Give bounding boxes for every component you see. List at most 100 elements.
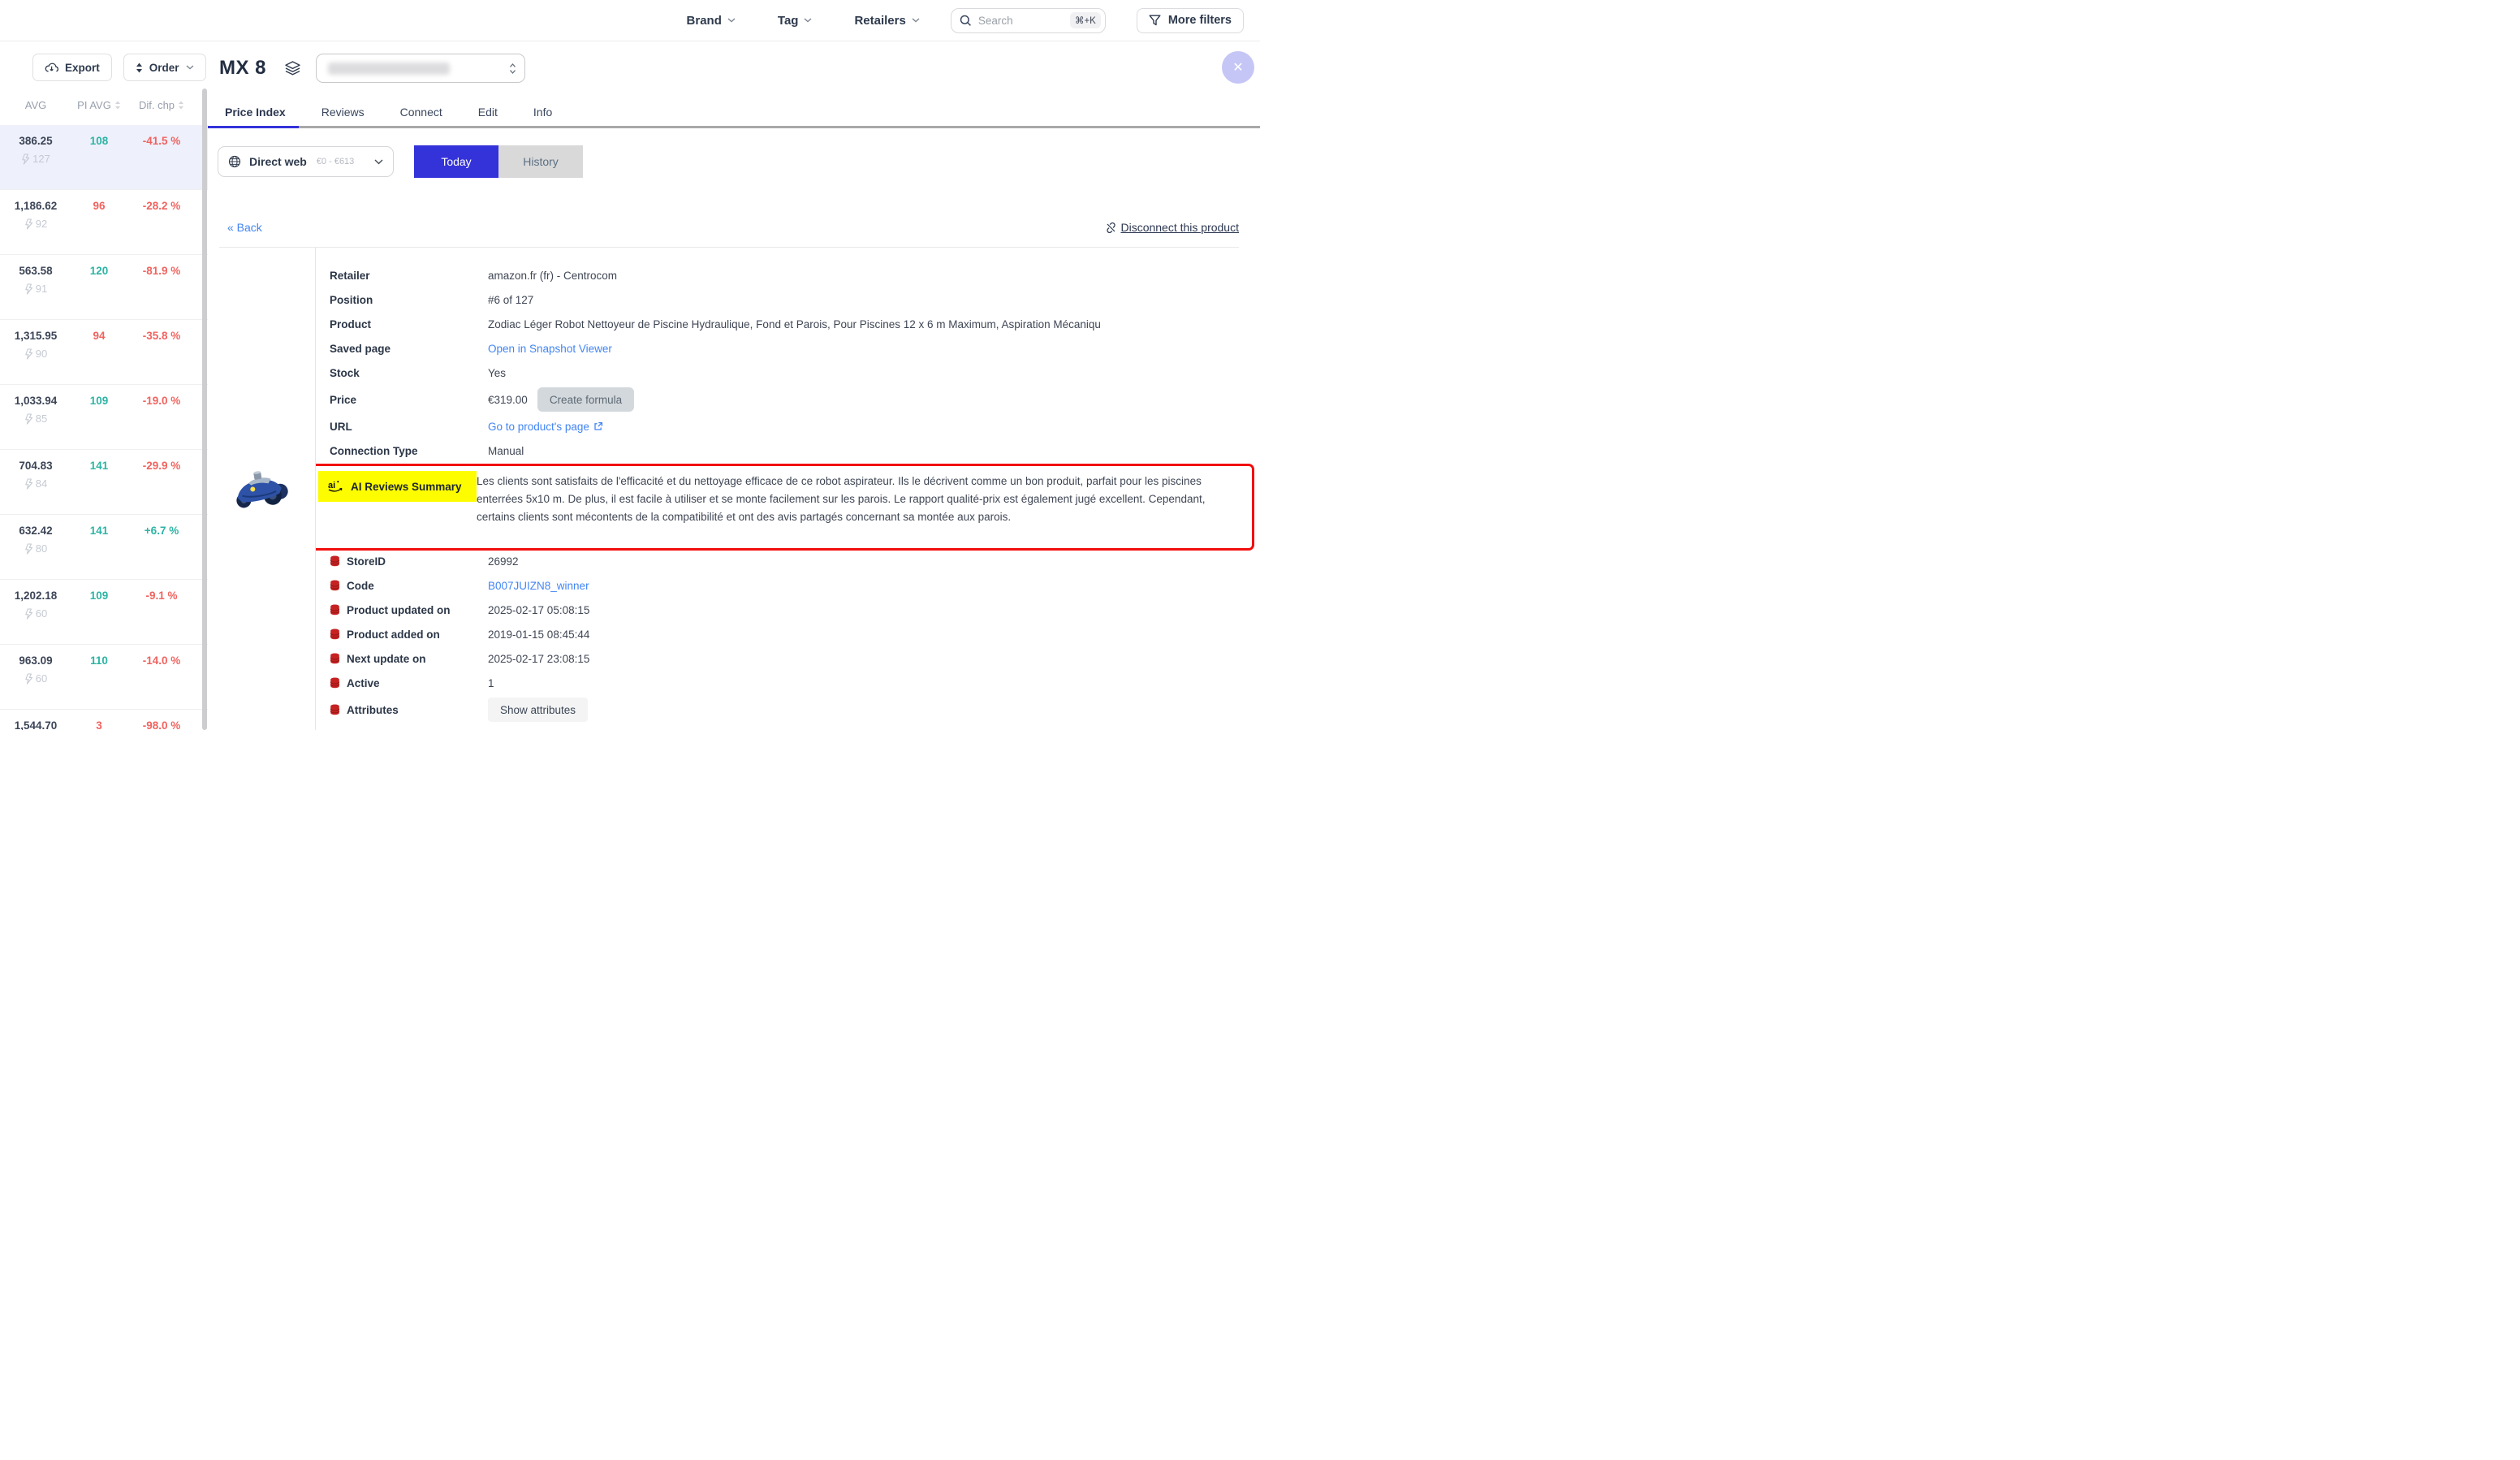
channel-price-range: €0 - €613 (317, 157, 354, 166)
dif-chp-value: -14.0 % (127, 654, 196, 709)
field-label: Next update on (330, 653, 488, 665)
more-filters-button[interactable]: More filters (1137, 8, 1244, 33)
avg-value: 386.25 (0, 135, 71, 147)
field-value-link[interactable]: B007JUIZN8_winner (488, 580, 589, 592)
topbar-filter-brand[interactable]: Brand (687, 14, 736, 28)
avg-cell: 1,544.70 (0, 719, 71, 730)
avg-cell: 386.25 127 (0, 135, 71, 189)
dif-chp-value: -35.8 % (127, 330, 196, 384)
create-formula-button[interactable]: Create formula (537, 387, 634, 412)
field-label: Product added on (330, 628, 488, 641)
search-input[interactable] (978, 15, 1064, 27)
field-label: URL (330, 421, 488, 433)
detail-field-row: Connection Type Manual (330, 438, 1252, 463)
field-group-general: Retailer amazon.fr (fr) - Centrocom Posi… (330, 263, 1252, 463)
product-row[interactable]: 1,202.18 60 109 -9.1 % (0, 580, 208, 645)
field-value-link[interactable]: Go to product's page (488, 421, 603, 433)
back-row: « Back Disconnect this product (227, 221, 1239, 234)
chevron-down-icon (804, 18, 812, 23)
database-icon (330, 653, 340, 664)
topbar-filter-retailers[interactable]: Retailers (854, 14, 919, 28)
column-header-avg[interactable]: AVG (0, 99, 71, 111)
field-label: Code (330, 580, 488, 592)
show-attributes-button[interactable]: Show attributes (488, 698, 588, 722)
tab-reviews[interactable]: Reviews (321, 106, 365, 119)
avg-value: 1,033.94 (0, 395, 71, 407)
product-row[interactable]: 1,186.62 92 96 -28.2 % (0, 190, 208, 255)
sort-toggle-icon (178, 101, 184, 110)
snapshot-count: 80 (0, 542, 71, 555)
tab-info[interactable]: Info (533, 106, 552, 119)
tab-price-index[interactable]: Price Index (225, 106, 286, 119)
column-header-dif-chp[interactable]: Dif. chp (127, 99, 196, 111)
product-row[interactable]: 563.58 91 120 -81.9 % (0, 255, 208, 320)
tab-bar: Price Index Reviews Connect Edit Info (208, 98, 1260, 128)
product-list: 386.25 127 108 -41.5 % 1,186.62 92 96 -2… (0, 125, 208, 730)
controls-row: Direct web €0 - €613 Today History (218, 145, 583, 178)
topbar-filter-group: Brand Tag Retailers (687, 14, 920, 28)
field-value-text: €319.00 (488, 394, 528, 406)
history-tab[interactable]: History (498, 145, 583, 178)
channel-filter-label: Direct web (249, 155, 307, 168)
detail-field-row: Retailer amazon.fr (fr) - Centrocom (330, 263, 1252, 287)
detail-field-row: Active 1 (330, 671, 1252, 695)
snapshot-count: 91 (0, 283, 71, 295)
lightning-icon (24, 413, 33, 425)
product-row[interactable]: 1,315.95 90 94 -35.8 % (0, 320, 208, 385)
field-value: €319.00 Create formula (488, 387, 1252, 412)
pi-avg-value: 120 (71, 265, 127, 319)
avg-value: 563.58 (0, 265, 71, 277)
lightning-icon (24, 543, 33, 555)
product-row[interactable]: 632.42 80 141 +6.7 % (0, 515, 208, 580)
dif-chp-value: -19.0 % (127, 395, 196, 449)
detail-field-row: Next update on 2025-02-17 23:08:15 (330, 646, 1252, 671)
field-value: 2025-02-17 05:08:15 (488, 604, 1252, 616)
field-group-database: StoreID 26992 Code B007JUIZN8_winner Pro… (330, 549, 1252, 724)
order-button[interactable]: Order (123, 54, 206, 81)
pi-avg-value: 96 (71, 200, 127, 254)
export-button[interactable]: Export (32, 54, 112, 81)
field-value-link[interactable]: Open in Snapshot Viewer (488, 343, 612, 355)
detail-field-row: Product added on 2019-01-15 08:45:44 (330, 622, 1252, 646)
chevron-down-icon (912, 18, 920, 23)
tab-edit[interactable]: Edit (478, 106, 498, 119)
avg-cell: 704.83 84 (0, 460, 71, 514)
field-value-text: #6 of 127 (488, 294, 533, 306)
field-label: StoreID (330, 555, 488, 568)
cloud-download-icon (45, 62, 58, 73)
ai-reviews-summary-text: Les clients sont satisfaits de l'efficac… (477, 471, 1211, 525)
pi-avg-value: 3 (71, 719, 127, 730)
field-value: 2025-02-17 23:08:15 (488, 653, 1252, 665)
channel-filter-dropdown[interactable]: Direct web €0 - €613 (218, 146, 394, 177)
disconnect-link[interactable]: Disconnect this product (1105, 221, 1239, 234)
product-row[interactable]: 704.83 84 141 -29.9 % (0, 450, 208, 515)
close-button[interactable]: ✕ (1222, 51, 1254, 84)
search-box[interactable]: ⌘+K (951, 8, 1106, 33)
tab-connect[interactable]: Connect (400, 106, 442, 119)
product-row[interactable]: 1,033.94 85 109 -19.0 % (0, 385, 208, 450)
pi-avg-value: 108 (71, 135, 127, 189)
lightning-icon (24, 608, 33, 620)
back-link[interactable]: « Back (227, 221, 262, 234)
product-row[interactable]: 963.09 60 110 -14.0 % (0, 645, 208, 710)
dif-chp-value: -98.0 % (127, 719, 196, 730)
dif-chp-value: -29.9 % (127, 460, 196, 514)
sidebar-scrollbar[interactable] (202, 89, 207, 730)
field-value-text: 2019-01-15 08:45:44 (488, 628, 589, 641)
avg-value: 1,315.95 (0, 330, 71, 342)
pi-avg-value: 110 (71, 654, 127, 709)
search-shortcut-badge: ⌘+K (1070, 12, 1101, 28)
detail-field-row: Saved page Open in Snapshot Viewer (330, 336, 1252, 361)
today-tab[interactable]: Today (414, 145, 498, 178)
unlink-icon (1105, 222, 1117, 234)
product-row[interactable]: 386.25 127 108 -41.5 % (0, 125, 208, 190)
product-row[interactable]: 1,544.70 3 -98.0 % (0, 710, 208, 730)
field-value-text: 1 (488, 677, 494, 689)
topbar-filter-tag[interactable]: Tag (778, 14, 813, 28)
svg-text:ai: ai (328, 481, 335, 490)
filter-funnel-icon (1149, 15, 1161, 26)
database-icon (330, 704, 340, 715)
field-label: Attributes (330, 704, 488, 716)
column-header-pi-avg[interactable]: PI AVG (71, 99, 127, 111)
product-selector-dropdown[interactable] (316, 54, 525, 83)
